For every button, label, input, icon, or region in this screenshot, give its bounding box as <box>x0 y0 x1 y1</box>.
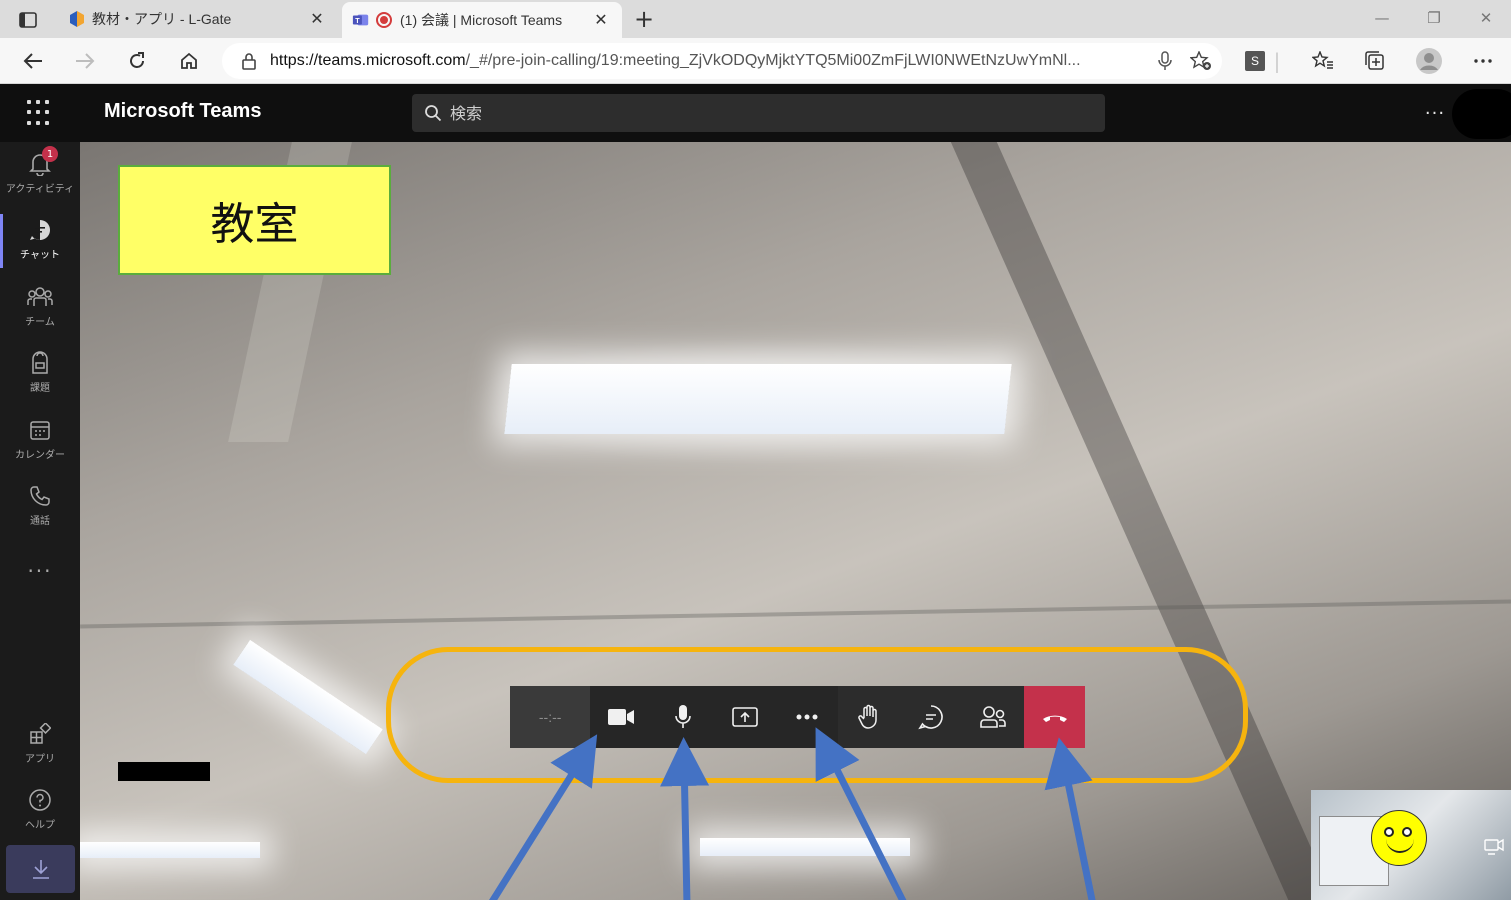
minimize-icon[interactable]: — <box>1358 4 1406 32</box>
browser-tab-lgate[interactable]: 教材・アプリ - L-Gate ✕ <box>58 0 338 38</box>
close-window-icon[interactable]: ✕ <box>1462 4 1510 32</box>
app-launcher-icon[interactable] <box>27 100 53 126</box>
recording-indicator-icon <box>376 12 392 28</box>
ceiling-light <box>504 364 1012 434</box>
svg-text:T: T <box>355 16 360 25</box>
rail-label: ヘルプ <box>25 820 55 831</box>
extension-s-icon[interactable]: S <box>1240 46 1270 76</box>
rail-label: 通話 <box>30 516 50 527</box>
rail-item-calendar[interactable]: カレンダー <box>0 408 80 470</box>
home-icon[interactable] <box>174 46 204 76</box>
notification-badge: 1 <box>42 146 58 162</box>
avatar[interactable] <box>1452 89 1511 139</box>
browser-tab-teams[interactable]: T (1) 会議 | Microsoft Teams ✕ <box>342 2 622 38</box>
restore-icon[interactable]: ❐ <box>1410 4 1458 32</box>
settings-menu-icon[interactable] <box>1468 46 1498 76</box>
self-view-video <box>1311 790 1511 900</box>
lgate-favicon-icon <box>68 10 86 28</box>
search-input[interactable] <box>450 103 1105 123</box>
teams-favicon-icon: T <box>352 11 370 29</box>
browser-tab-bar: 教材・アプリ - L-Gate ✕ T (1) 会議 | Microsoft T… <box>0 0 1511 38</box>
tab-label: 教材・アプリ - L-Gate <box>92 11 232 27</box>
assignments-icon <box>26 349 54 377</box>
rail-label: チャット <box>20 250 60 261</box>
help-icon <box>26 786 54 814</box>
ceiling-beam <box>80 599 1511 629</box>
add-favorite-icon[interactable] <box>1186 46 1216 76</box>
new-tab-button[interactable]: + <box>630 5 658 33</box>
smiley-mouth <box>1386 833 1414 853</box>
rail-item-apps[interactable]: アプリ <box>0 712 80 774</box>
profile-avatar-icon[interactable] <box>1414 46 1444 76</box>
tab-actions-icon[interactable] <box>10 8 46 32</box>
browser-toolbar: https://teams.microsoft.com/_#/pre-join-… <box>0 38 1511 84</box>
url-host: https://teams.microsoft.com <box>270 52 466 69</box>
back-icon[interactable] <box>18 46 48 76</box>
microphone-permission-icon[interactable] <box>1150 46 1180 76</box>
screen: 教材・アプリ - L-Gate ✕ T (1) 会議 | Microsoft T… <box>0 0 1511 900</box>
apps-icon <box>26 720 54 748</box>
meeting-video-stage: 教室 --:-- <box>80 142 1511 900</box>
controls-highlight-annotation <box>386 647 1248 783</box>
face-cover-smiley <box>1371 810 1427 866</box>
lock-icon[interactable] <box>238 52 260 70</box>
more-options-icon[interactable]: ··· <box>1422 98 1448 128</box>
url-text[interactable]: https://teams.microsoft.com/_#/pre-join-… <box>270 52 1150 70</box>
rail-label: 課題 <box>30 383 50 394</box>
search-bar[interactable] <box>412 94 1105 132</box>
rail-item-activity[interactable]: 1 アクティビティ <box>0 142 80 204</box>
bell-icon: 1 <box>26 146 58 178</box>
switch-camera-icon[interactable] <box>1483 836 1505 858</box>
rail-label: カレンダー <box>15 450 65 461</box>
rail-item-teams[interactable]: チーム <box>0 275 80 337</box>
reload-icon[interactable] <box>122 46 152 76</box>
download-icon <box>32 860 49 879</box>
rail-item-chat[interactable]: チャット <box>0 208 80 270</box>
tab-close-icon[interactable]: ✕ <box>306 8 328 30</box>
phone-icon <box>26 482 54 510</box>
ceiling-light <box>233 639 383 755</box>
download-app-button[interactable] <box>6 845 75 893</box>
address-bar[interactable]: https://teams.microsoft.com/_#/pre-join-… <box>222 43 1222 79</box>
app-bar: 1 アクティビティ チャット チーム 課題 カレンダー 通話 ··· アプリ ヘ… <box>0 142 80 900</box>
more-apps-icon[interactable]: ··· <box>0 559 80 583</box>
rail-label: アクティビティ <box>5 184 75 195</box>
url-path: /_#/pre-join-calling/19:meeting_ZjVkODQy… <box>465 52 1081 69</box>
toolbar-divider: | <box>1273 49 1281 73</box>
rail-label: アプリ <box>25 754 55 765</box>
chat-icon <box>26 216 54 244</box>
app-title: Microsoft Teams <box>104 100 262 122</box>
teams-header: Microsoft Teams ··· <box>0 84 1511 142</box>
rail-item-help[interactable]: ヘルプ <box>0 778 80 840</box>
collections-icon[interactable] <box>1360 46 1390 76</box>
redacted-name-tag <box>118 762 210 781</box>
tab-label: (1) 会議 | Microsoft Teams <box>400 12 563 28</box>
search-icon <box>422 104 444 122</box>
ceiling-light <box>80 842 260 858</box>
room-label: 教室 <box>118 165 391 275</box>
teams-icon <box>26 283 54 311</box>
calendar-icon <box>26 416 54 444</box>
ceiling-light <box>700 838 910 856</box>
rail-item-assignments[interactable]: 課題 <box>0 341 80 403</box>
rail-label: チーム <box>25 317 55 328</box>
ceiling-beam <box>950 142 1336 900</box>
rail-item-calls[interactable]: 通話 <box>0 474 80 536</box>
favorites-icon[interactable] <box>1308 46 1338 76</box>
tab-close-icon[interactable]: ✕ <box>590 9 612 31</box>
forward-icon[interactable] <box>70 46 100 76</box>
